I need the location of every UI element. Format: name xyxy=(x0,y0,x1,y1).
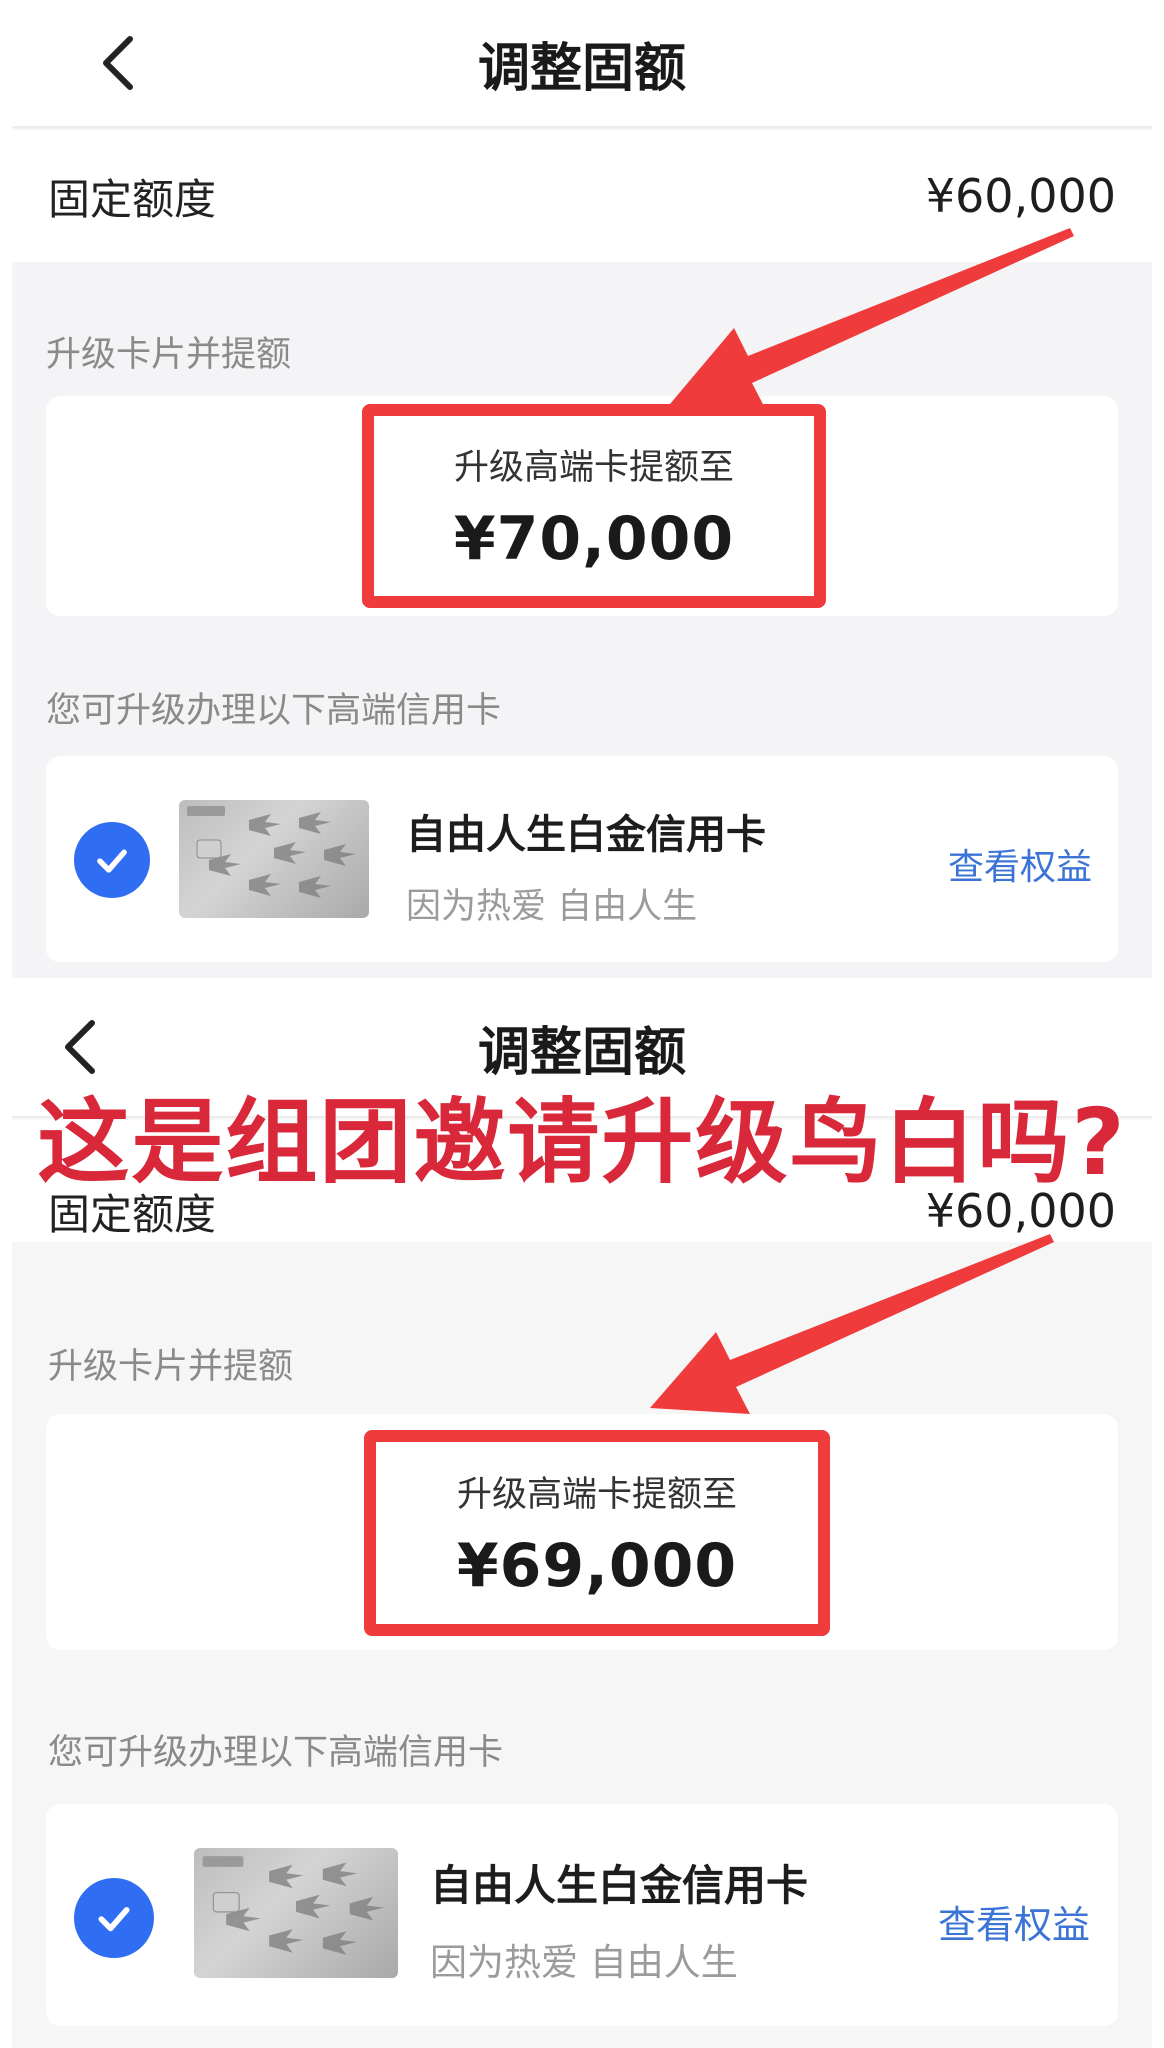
annotation-arrows xyxy=(650,228,1074,1414)
overlay-caption: 这是组团邀请升级鸟白吗? xyxy=(37,1089,1127,1196)
arrow-top-icon xyxy=(670,228,1074,410)
arrow-bottom-icon xyxy=(650,1234,1054,1414)
